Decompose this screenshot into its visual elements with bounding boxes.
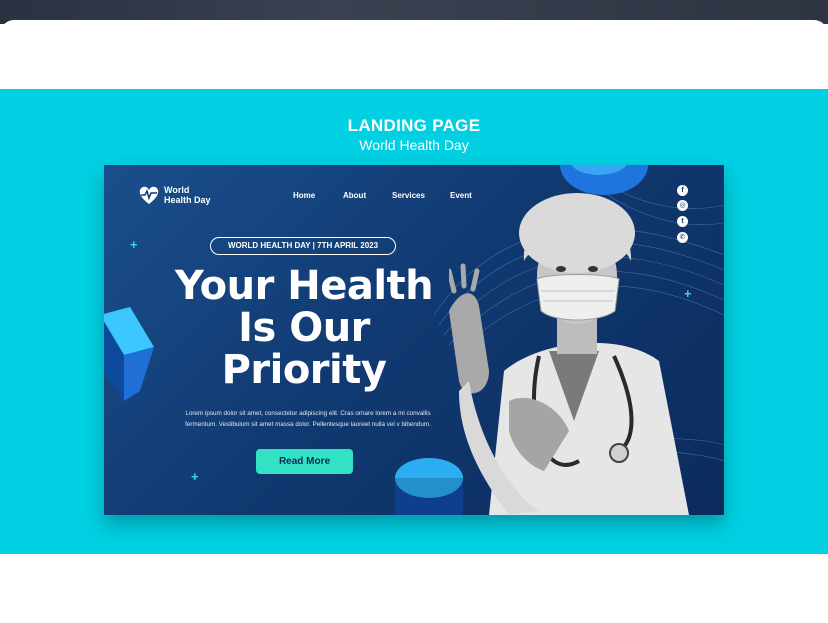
banner-title: LANDING PAGE	[347, 116, 481, 135]
whatsapp-icon[interactable]: ✆	[677, 232, 688, 243]
event-date-pill: WORLD HEALTH DAY | 7TH APRIL 2023	[210, 237, 396, 255]
plus-decoration-icon: +	[191, 469, 199, 484]
twitter-icon[interactable]: t	[677, 216, 688, 227]
hero-description: Lorem ipsum dolor sit amet, consectetur …	[168, 408, 448, 430]
logo-line-2: Health Day	[164, 195, 211, 205]
nav-home[interactable]: Home	[293, 191, 315, 200]
read-more-button[interactable]: Read More	[256, 449, 353, 474]
plus-decoration-icon: +	[130, 237, 138, 252]
nav-event[interactable]: Event	[450, 191, 472, 200]
heart-pulse-icon	[139, 186, 159, 204]
headline-line-3: Priority	[221, 347, 387, 393]
facebook-icon[interactable]: f	[677, 185, 688, 196]
logo[interactable]: World Health Day	[138, 185, 211, 205]
plus-decoration-icon: +	[684, 286, 692, 301]
instagram-icon[interactable]: ◎	[677, 200, 688, 211]
description-line-2: fermentum. Vestibulum sit amet massa dol…	[185, 421, 431, 428]
nav-services[interactable]: Services	[392, 191, 425, 200]
decorative-cube	[104, 307, 154, 401]
headline-line-2: Is Our	[238, 305, 370, 351]
doctor-photo	[449, 193, 689, 515]
headline-line-1: Your Health	[174, 263, 434, 309]
landing-page-mockup: World Health Day Home About Services Eve…	[104, 165, 724, 515]
description-line-1: Lorem ipsum dolor sit amet, consectetur …	[185, 410, 431, 417]
banner-subtitle: World Health Day	[359, 137, 469, 153]
logo-line-1: World	[164, 185, 190, 195]
hero-headline: Your Health Is Our Priority	[164, 265, 444, 391]
nav-about[interactable]: About	[343, 191, 366, 200]
